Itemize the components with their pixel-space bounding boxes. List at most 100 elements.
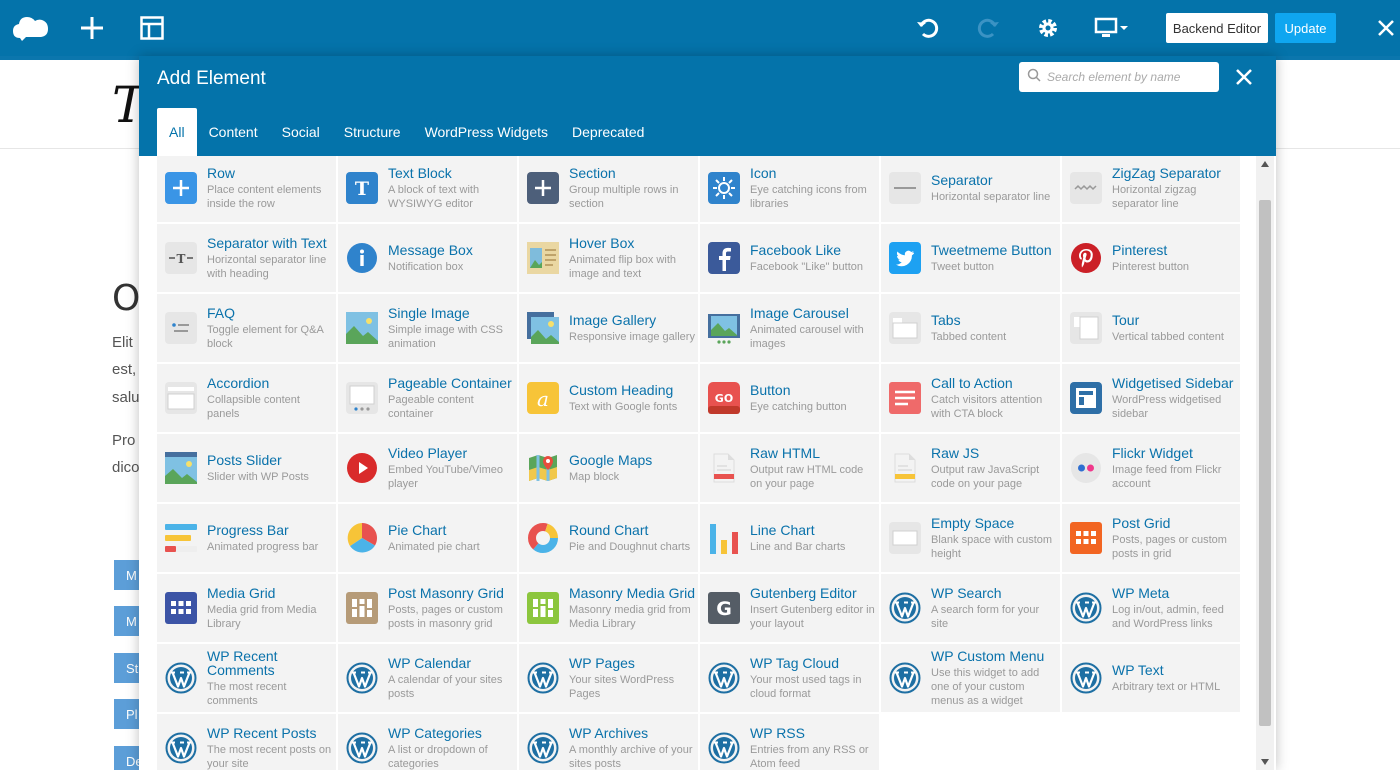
backend-editor-button[interactable]: Backend Editor [1166, 13, 1268, 43]
tab-wordpress-widgets[interactable]: WordPress Widgets [413, 108, 560, 156]
element-description: Posts, pages or custom posts in masonry … [388, 603, 503, 630]
element-wp-recent-posts[interactable]: WP Recent Posts The most recent posts on … [157, 714, 336, 770]
undo-icon[interactable] [912, 12, 944, 44]
element-text: Hover Box Animated flip box with image an… [569, 236, 697, 281]
element-raw-html[interactable]: Raw HTML Output raw HTML code on your pag… [700, 434, 879, 502]
element-media-grid[interactable]: Media Grid Media grid from Media Library [157, 574, 336, 642]
element-post-masonry-grid[interactable]: Post Masonry Grid Posts, pages or custom … [338, 574, 517, 642]
close-dialog-icon[interactable] [1232, 65, 1256, 89]
templates-icon[interactable] [136, 12, 168, 44]
element-hover-box[interactable]: Hover Box Animated flip box with image an… [519, 224, 698, 292]
element-wp-pages[interactable]: WP Pages Your sites WordPress Pages [519, 644, 698, 712]
element-wp-text[interactable]: WP Text Arbitrary text or HTML [1062, 644, 1240, 712]
image-icon [346, 312, 378, 344]
element-single-image[interactable]: Single Image Simple image with CSS animat… [338, 294, 517, 362]
element-wp-recent-comments[interactable]: WP Recent Comments The most recent commen… [157, 644, 336, 712]
element-separator[interactable]: Separator Horizontal separator line [881, 156, 1060, 222]
element-tour[interactable]: Tour Vertical tabbed content [1062, 294, 1240, 362]
scroll-up-arrow-icon[interactable] [1256, 156, 1274, 172]
element-wp-rss[interactable]: WP RSS Entries from any RSS or Atom feed [700, 714, 879, 770]
wordpress-icon [889, 662, 921, 694]
twitter-icon [889, 242, 921, 274]
element-wp-search[interactable]: WP Search A search form for your site [881, 574, 1060, 642]
element-text: Tweetmeme Button Tweet button [931, 243, 1059, 274]
element-faq[interactable]: FAQ Toggle element for Q&A block [157, 294, 336, 362]
element-text: WP Categories A list or dropdown of categ… [388, 726, 516, 770]
responsive-preview-icon[interactable] [1092, 12, 1132, 44]
element-custom-heading[interactable]: a Custom Heading Text with Google fonts [519, 364, 698, 432]
add-element-icon[interactable] [76, 12, 108, 44]
element-text: FAQ Toggle element for Q&A block [207, 306, 335, 351]
element-call-to-action[interactable]: Call to Action Catch visitors attention w… [881, 364, 1060, 432]
separator-icon [889, 172, 921, 204]
element-wp-meta[interactable]: WP Meta Log in/out, admin, feed and WordP… [1062, 574, 1240, 642]
update-button[interactable]: Update [1275, 13, 1336, 43]
element-flickr-widget[interactable]: Flickr Widget Image feed from Flickr acco… [1062, 434, 1240, 502]
scroll-thumb[interactable] [1259, 200, 1271, 726]
element-name: WP Recent Comments [207, 647, 278, 678]
element-row[interactable]: Row Place content elements inside the row [157, 156, 336, 222]
element-empty-space[interactable]: Empty Space Blank space with custom heigh… [881, 504, 1060, 572]
element-video-player[interactable]: Video Player Embed YouTube/Vimeo player [338, 434, 517, 502]
tab-social[interactable]: Social [270, 108, 332, 156]
grid-scrollbar[interactable] [1256, 156, 1274, 770]
element-zigzag-separator[interactable]: ZigZag Separator Horizontal zigzag separa… [1062, 156, 1240, 222]
tab-deprecated[interactable]: Deprecated [560, 108, 656, 156]
element-separator-with-text[interactable]: T Separator with Text Horizontal separator… [157, 224, 336, 292]
element-raw-js[interactable]: Raw JS Output raw JavaScript code on your… [881, 434, 1060, 502]
element-description: WordPress widgetised sidebar [1112, 393, 1222, 420]
element-gutenberg-editor[interactable]: G Gutenberg Editor Insert Gutenberg editor… [700, 574, 879, 642]
element-text: Widgetised Sidebar WordPress widgetised s… [1112, 376, 1240, 421]
element-masonry-media-grid[interactable]: Masonry Media Grid Masonry media grid fro… [519, 574, 698, 642]
tab-all[interactable]: All [157, 108, 197, 156]
hover-box-icon [527, 242, 559, 274]
logo-cloud-icon[interactable] [12, 12, 50, 44]
empty-space-icon [889, 522, 921, 554]
element-section[interactable]: Section Group multiple rows in section [519, 156, 698, 222]
element-post-grid[interactable]: Post Grid Posts, pages or custom posts in… [1062, 504, 1240, 572]
element-name: Media Grid [207, 584, 276, 601]
element-text: Post Grid Posts, pages or custom posts in… [1112, 516, 1240, 561]
wordpress-icon [708, 732, 740, 764]
element-pageable-container[interactable]: Pageable Container Pageable content conta… [338, 364, 517, 432]
element-wp-calendar[interactable]: WP Calendar A calendar of your sites post… [338, 644, 517, 712]
element-message-box[interactable]: Message Box Notification box [338, 224, 517, 292]
element-facebook-like[interactable]: Facebook Like Facebook "Like" button [700, 224, 879, 292]
element-wp-custom-menu[interactable]: WP Custom Menu Use this widget to add one… [881, 644, 1060, 712]
element-pinterest[interactable]: Pinterest Pinterest button [1062, 224, 1240, 292]
element-image-carousel[interactable]: Image Carousel Animated carousel with ima… [700, 294, 879, 362]
editor-toolbar: Backend Editor Update [0, 0, 1400, 56]
element-tabs[interactable]: Tabs Tabbed content [881, 294, 1060, 362]
svg-text:a: a [537, 387, 549, 411]
element-wp-archives[interactable]: WP Archives A monthly archive of your sit… [519, 714, 698, 770]
tab-structure[interactable]: Structure [332, 108, 413, 156]
settings-gear-icon[interactable] [1032, 12, 1064, 44]
element-description: Posts, pages or custom posts in grid [1112, 533, 1227, 560]
element-progress-bar[interactable]: Progress Bar Animated progress bar [157, 504, 336, 572]
element-description: Use this widget to add one of your custo… [931, 666, 1040, 707]
element-pie-chart[interactable]: Pie Chart Animated pie chart [338, 504, 517, 572]
element-image-gallery[interactable]: Image Gallery Responsive image gallery [519, 294, 698, 362]
element-text-block[interactable]: T Text Block A block of text with WYSIWYG … [338, 156, 517, 222]
element-name: Post Masonry Grid [388, 584, 504, 601]
element-wp-tag-cloud[interactable]: WP Tag Cloud Your most used tags in cloud… [700, 644, 879, 712]
element-posts-slider[interactable]: Posts Slider Slider with WP Posts [157, 434, 336, 502]
scroll-down-arrow-icon[interactable] [1256, 754, 1274, 770]
element-description: Media grid from Media Library [207, 603, 317, 630]
button-go-icon: GO [708, 382, 740, 414]
element-accordion[interactable]: Accordion Collapsible content panels [157, 364, 336, 432]
element-round-chart[interactable]: Round Chart Pie and Doughnut charts [519, 504, 698, 572]
search-element-input[interactable] [1047, 70, 1207, 84]
element-google-maps[interactable]: Google Maps Map block [519, 434, 698, 502]
close-editor-icon[interactable] [1372, 12, 1400, 44]
element-icon[interactable]: Icon Eye catching icons from libraries [700, 156, 879, 222]
element-widgetised-sidebar[interactable]: Widgetised Sidebar WordPress widgetised s… [1062, 364, 1240, 432]
tab-content[interactable]: Content [197, 108, 270, 156]
element-name: Pinterest [1112, 241, 1168, 258]
element-wp-categories[interactable]: WP Categories A list or dropdown of categ… [338, 714, 517, 770]
element-line-chart[interactable]: Line Chart Line and Bar charts [700, 504, 879, 572]
search-box[interactable] [1019, 62, 1219, 92]
redo-icon[interactable] [972, 12, 1004, 44]
element-button[interactable]: GO Button Eye catching button [700, 364, 879, 432]
element-tweetmeme-button[interactable]: Tweetmeme Button Tweet button [881, 224, 1060, 292]
